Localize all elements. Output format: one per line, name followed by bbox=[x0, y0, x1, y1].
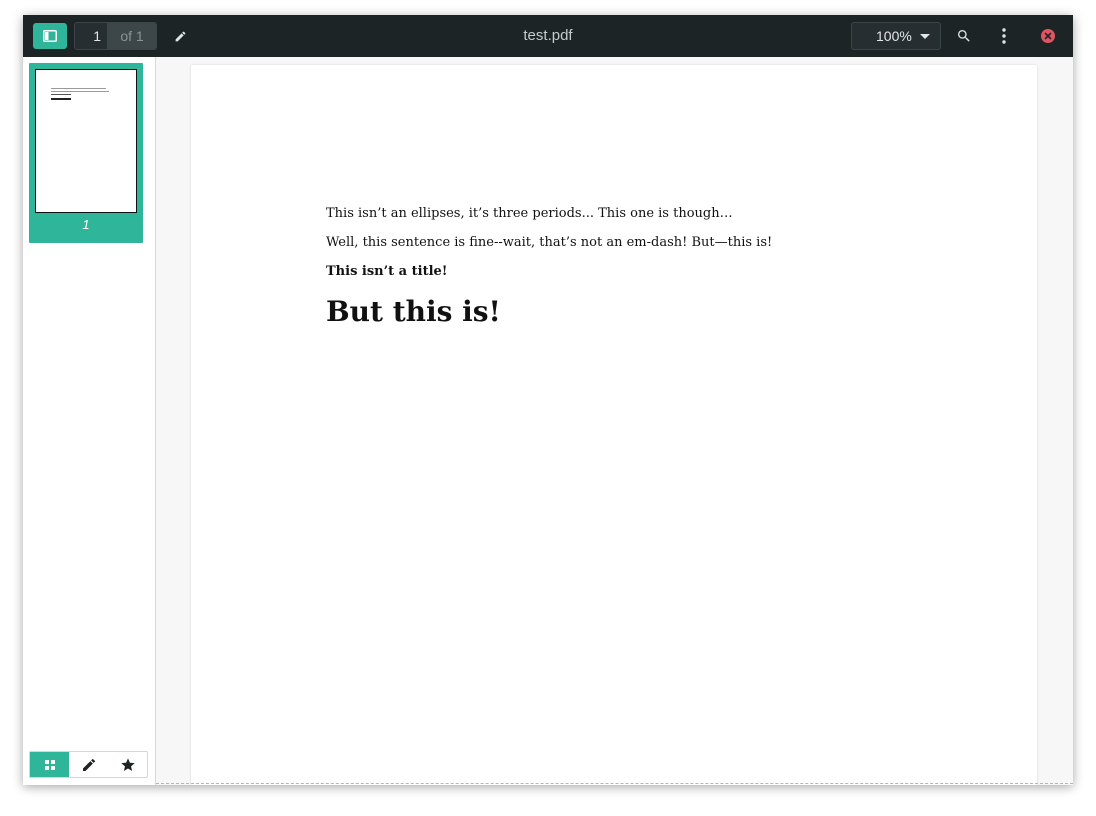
pdf-viewer-window: 1 of 1 test.pdf 100% 1 This isn’t an ell… bbox=[23, 15, 1073, 785]
page-break-divider bbox=[156, 783, 1073, 784]
zoom-value: 100% bbox=[876, 28, 912, 44]
tab-thumbnails[interactable] bbox=[30, 752, 69, 777]
document-viewer[interactable]: This isn’t an ellipses, it’s three perio… bbox=[156, 57, 1073, 785]
sidebar: 1 bbox=[23, 57, 156, 785]
tab-annotations[interactable] bbox=[69, 752, 108, 777]
document-title: test.pdf bbox=[523, 27, 573, 44]
close-button[interactable] bbox=[1035, 23, 1061, 49]
heading: But this is! bbox=[326, 295, 501, 328]
more-vertical-icon bbox=[1002, 28, 1006, 44]
pencil-icon bbox=[82, 758, 95, 771]
sidebar-toggle-button[interactable] bbox=[33, 23, 67, 49]
thumbnail-preview bbox=[35, 69, 137, 213]
page-navigator: 1 of 1 bbox=[74, 22, 157, 50]
page-number-input[interactable]: 1 bbox=[75, 23, 108, 49]
search-icon bbox=[958, 30, 970, 42]
zoom-select[interactable]: 100% bbox=[851, 22, 941, 50]
grid-icon bbox=[44, 759, 55, 770]
sidebar-tabs bbox=[29, 751, 148, 778]
pdf-page: This isn’t an ellipses, it’s three perio… bbox=[191, 65, 1037, 785]
thumbnail-label: 1 bbox=[82, 217, 90, 232]
close-icon bbox=[1041, 29, 1055, 43]
bold-line: This isn’t a title! bbox=[326, 264, 448, 279]
page-thumbnail[interactable]: 1 bbox=[29, 63, 143, 243]
page-count-label: of 1 bbox=[108, 23, 156, 49]
chevron-down-icon bbox=[919, 33, 930, 39]
more-options-button[interactable] bbox=[991, 23, 1017, 49]
toolbar: 1 of 1 test.pdf 100% bbox=[23, 15, 1073, 57]
star-icon bbox=[120, 757, 135, 771]
annotate-button[interactable] bbox=[167, 23, 193, 49]
search-button[interactable] bbox=[951, 23, 977, 49]
pencil-icon bbox=[175, 31, 185, 41]
sidebar-icon bbox=[43, 30, 57, 42]
tab-bookmarks[interactable] bbox=[108, 752, 147, 777]
paragraph-line: Well, this sentence is fine--wait, that’… bbox=[326, 235, 773, 250]
paragraph-line: This isn’t an ellipses, it’s three perio… bbox=[326, 206, 733, 221]
